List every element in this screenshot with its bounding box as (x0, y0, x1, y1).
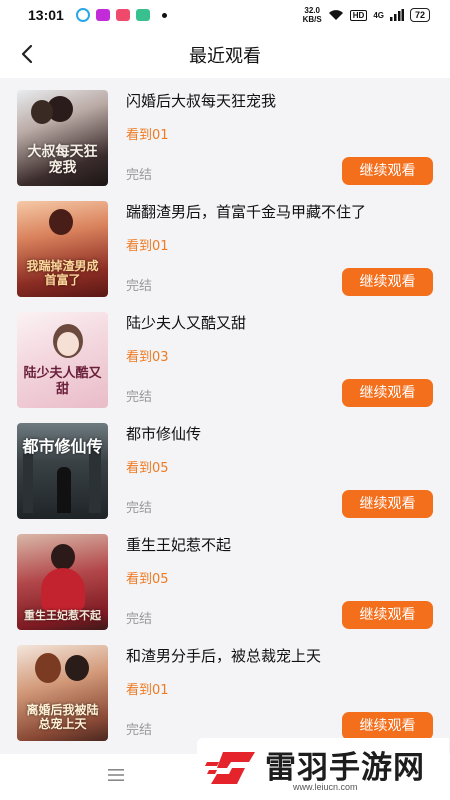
network-speed: 32.0 KB/S (302, 6, 322, 24)
list-item[interactable]: 我踹掉渣男成首富了 踹翻渣男后，首富千金马甲藏不住了 看到01 完结 继续观看 (0, 189, 450, 300)
book-title: 闪婚后大叔每天狂宠我 (126, 92, 277, 110)
continue-watching-button[interactable]: 继续观看 (342, 268, 433, 296)
book-title: 踹翻渣男后，首富千金马甲藏不住了 (126, 203, 367, 221)
book-cover[interactable]: 离婚后我被陆总宠上天 (17, 645, 108, 741)
watermark-text: 雷羽手游网 (265, 750, 425, 786)
watch-progress: 看到01 (126, 128, 169, 143)
watermark-logo-icon (205, 752, 255, 784)
book-cover[interactable]: 重生王妃惹不起 (17, 534, 108, 630)
book-cover[interactable]: 我踹掉渣男成首富了 (17, 201, 108, 297)
app-notification-icon (135, 9, 150, 21)
list-item[interactable]: 陆少夫人酷又甜 陆少夫人又酷又甜 看到03 完结 继续观看 (0, 300, 450, 411)
app-notification-icon (75, 8, 90, 22)
signal-icon (389, 9, 404, 21)
cover-title: 我踹掉渣男成首富了 (26, 259, 99, 287)
more-notifications-icon (161, 12, 167, 18)
continue-watching-button[interactable]: 继续观看 (342, 712, 433, 740)
hd-badge: HD (349, 9, 368, 21)
watch-progress: 看到05 (126, 461, 169, 476)
page-title: 最近观看 (189, 46, 261, 67)
status-label: 完结 (126, 723, 153, 738)
status-indicators: 32.0 KB/S HD 4G 72 (303, 6, 430, 24)
continue-watching-button[interactable]: 继续观看 (342, 157, 433, 185)
status-label: 完结 (126, 390, 153, 405)
list-item[interactable]: 重生王妃惹不起 重生王妃惹不起 看到05 完结 继续观看 (0, 522, 450, 633)
cover-title: 大叔每天狂宠我 (27, 144, 98, 176)
list-item[interactable]: 都市修仙传 都市修仙传 看到05 完结 继续观看 (0, 411, 450, 522)
book-title: 重生王妃惹不起 (126, 536, 232, 554)
cover-title: 离婚后我被陆总宠上天 (26, 703, 99, 731)
app-notification-icon (95, 9, 110, 21)
book-title: 和渣男分手后，被总裁宠上天 (126, 647, 322, 665)
menu-icon[interactable] (108, 768, 124, 782)
continue-watching-button[interactable]: 继续观看 (342, 379, 433, 407)
continue-watching-button[interactable]: 继续观看 (342, 601, 433, 629)
watermark: 雷羽手游网 www.leiucn.com (197, 738, 449, 800)
watermark-url: www.leiucn.com (293, 782, 358, 792)
cover-title: 重生王妃惹不起 (24, 609, 101, 622)
book-title: 陆少夫人又酷又甜 (126, 314, 247, 332)
status-label: 完结 (126, 612, 153, 627)
book-title: 都市修仙传 (126, 425, 202, 443)
book-cover[interactable]: 大叔每天狂宠我 (17, 90, 108, 186)
status-bar: 13:01 32.0 KB/S HD 4G 72 (0, 0, 450, 30)
status-label: 完结 (126, 501, 153, 516)
app-notification-icon (115, 9, 130, 21)
watch-progress: 看到03 (126, 350, 169, 365)
notification-icons (75, 8, 167, 22)
continue-watching-button[interactable]: 继续观看 (342, 490, 433, 518)
status-label: 完结 (126, 168, 153, 183)
cover-title: 都市修仙传 (22, 437, 103, 456)
wifi-icon (328, 10, 343, 20)
watch-progress: 看到01 (126, 239, 169, 254)
signal-label: 4G (373, 10, 384, 20)
status-label: 完结 (126, 279, 153, 294)
status-time: 13:01 (28, 7, 64, 23)
battery-icon: 72 (409, 8, 430, 22)
header: 最近观看 (0, 30, 450, 78)
list-item[interactable]: 大叔每天狂宠我 闪婚后大叔每天狂宠我 看到01 完结 继续观看 (0, 78, 450, 189)
watch-progress: 看到05 (126, 572, 169, 587)
book-cover[interactable]: 陆少夫人酷又甜 (17, 312, 108, 408)
book-cover[interactable]: 都市修仙传 (17, 423, 108, 519)
watch-progress: 看到01 (126, 683, 169, 698)
cover-title: 陆少夫人酷又甜 (23, 366, 102, 397)
list-item[interactable]: 离婚后我被陆总宠上天 和渣男分手后，被总裁宠上天 看到01 完结 继续观看 (0, 633, 450, 744)
